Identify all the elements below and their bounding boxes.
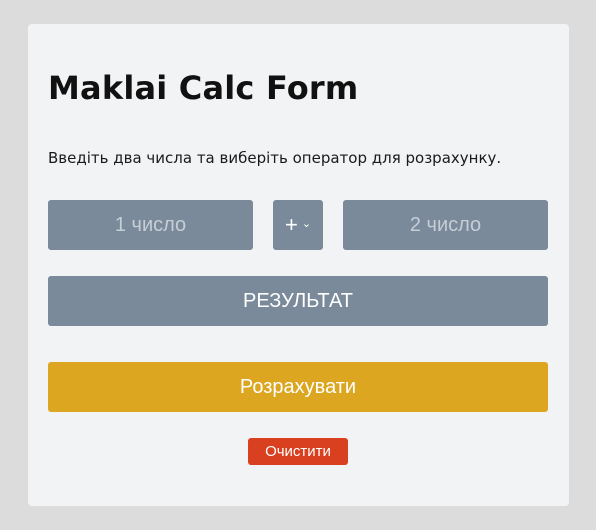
result-label: РЕЗУЛЬТАТ xyxy=(243,289,353,312)
second-number-placeholder: 2 число xyxy=(409,213,482,236)
clear-button-label: Очистити xyxy=(265,443,331,460)
operator-value: + xyxy=(284,212,298,237)
calculate-button[interactable]: Розрахувати xyxy=(48,362,548,412)
second-number-input[interactable]: 2 число xyxy=(343,200,548,250)
result-display: РЕЗУЛЬТАТ xyxy=(48,276,548,326)
operator-select[interactable]: + ⌄ xyxy=(273,200,323,250)
form-title: Maklai Calc Form xyxy=(48,69,359,107)
first-number-placeholder: 1 число xyxy=(114,213,187,236)
form-description: Введіть два числа та виберіть оператор д… xyxy=(48,149,502,167)
calculate-button-label: Розрахувати xyxy=(239,375,357,398)
calc-form-card: Maklai Calc Form Введіть два числа та ви… xyxy=(28,24,569,506)
first-number-input[interactable]: 1 число xyxy=(48,200,253,250)
chevron-down-icon: ⌄ xyxy=(301,217,312,230)
clear-button[interactable]: Очистити xyxy=(248,438,348,465)
